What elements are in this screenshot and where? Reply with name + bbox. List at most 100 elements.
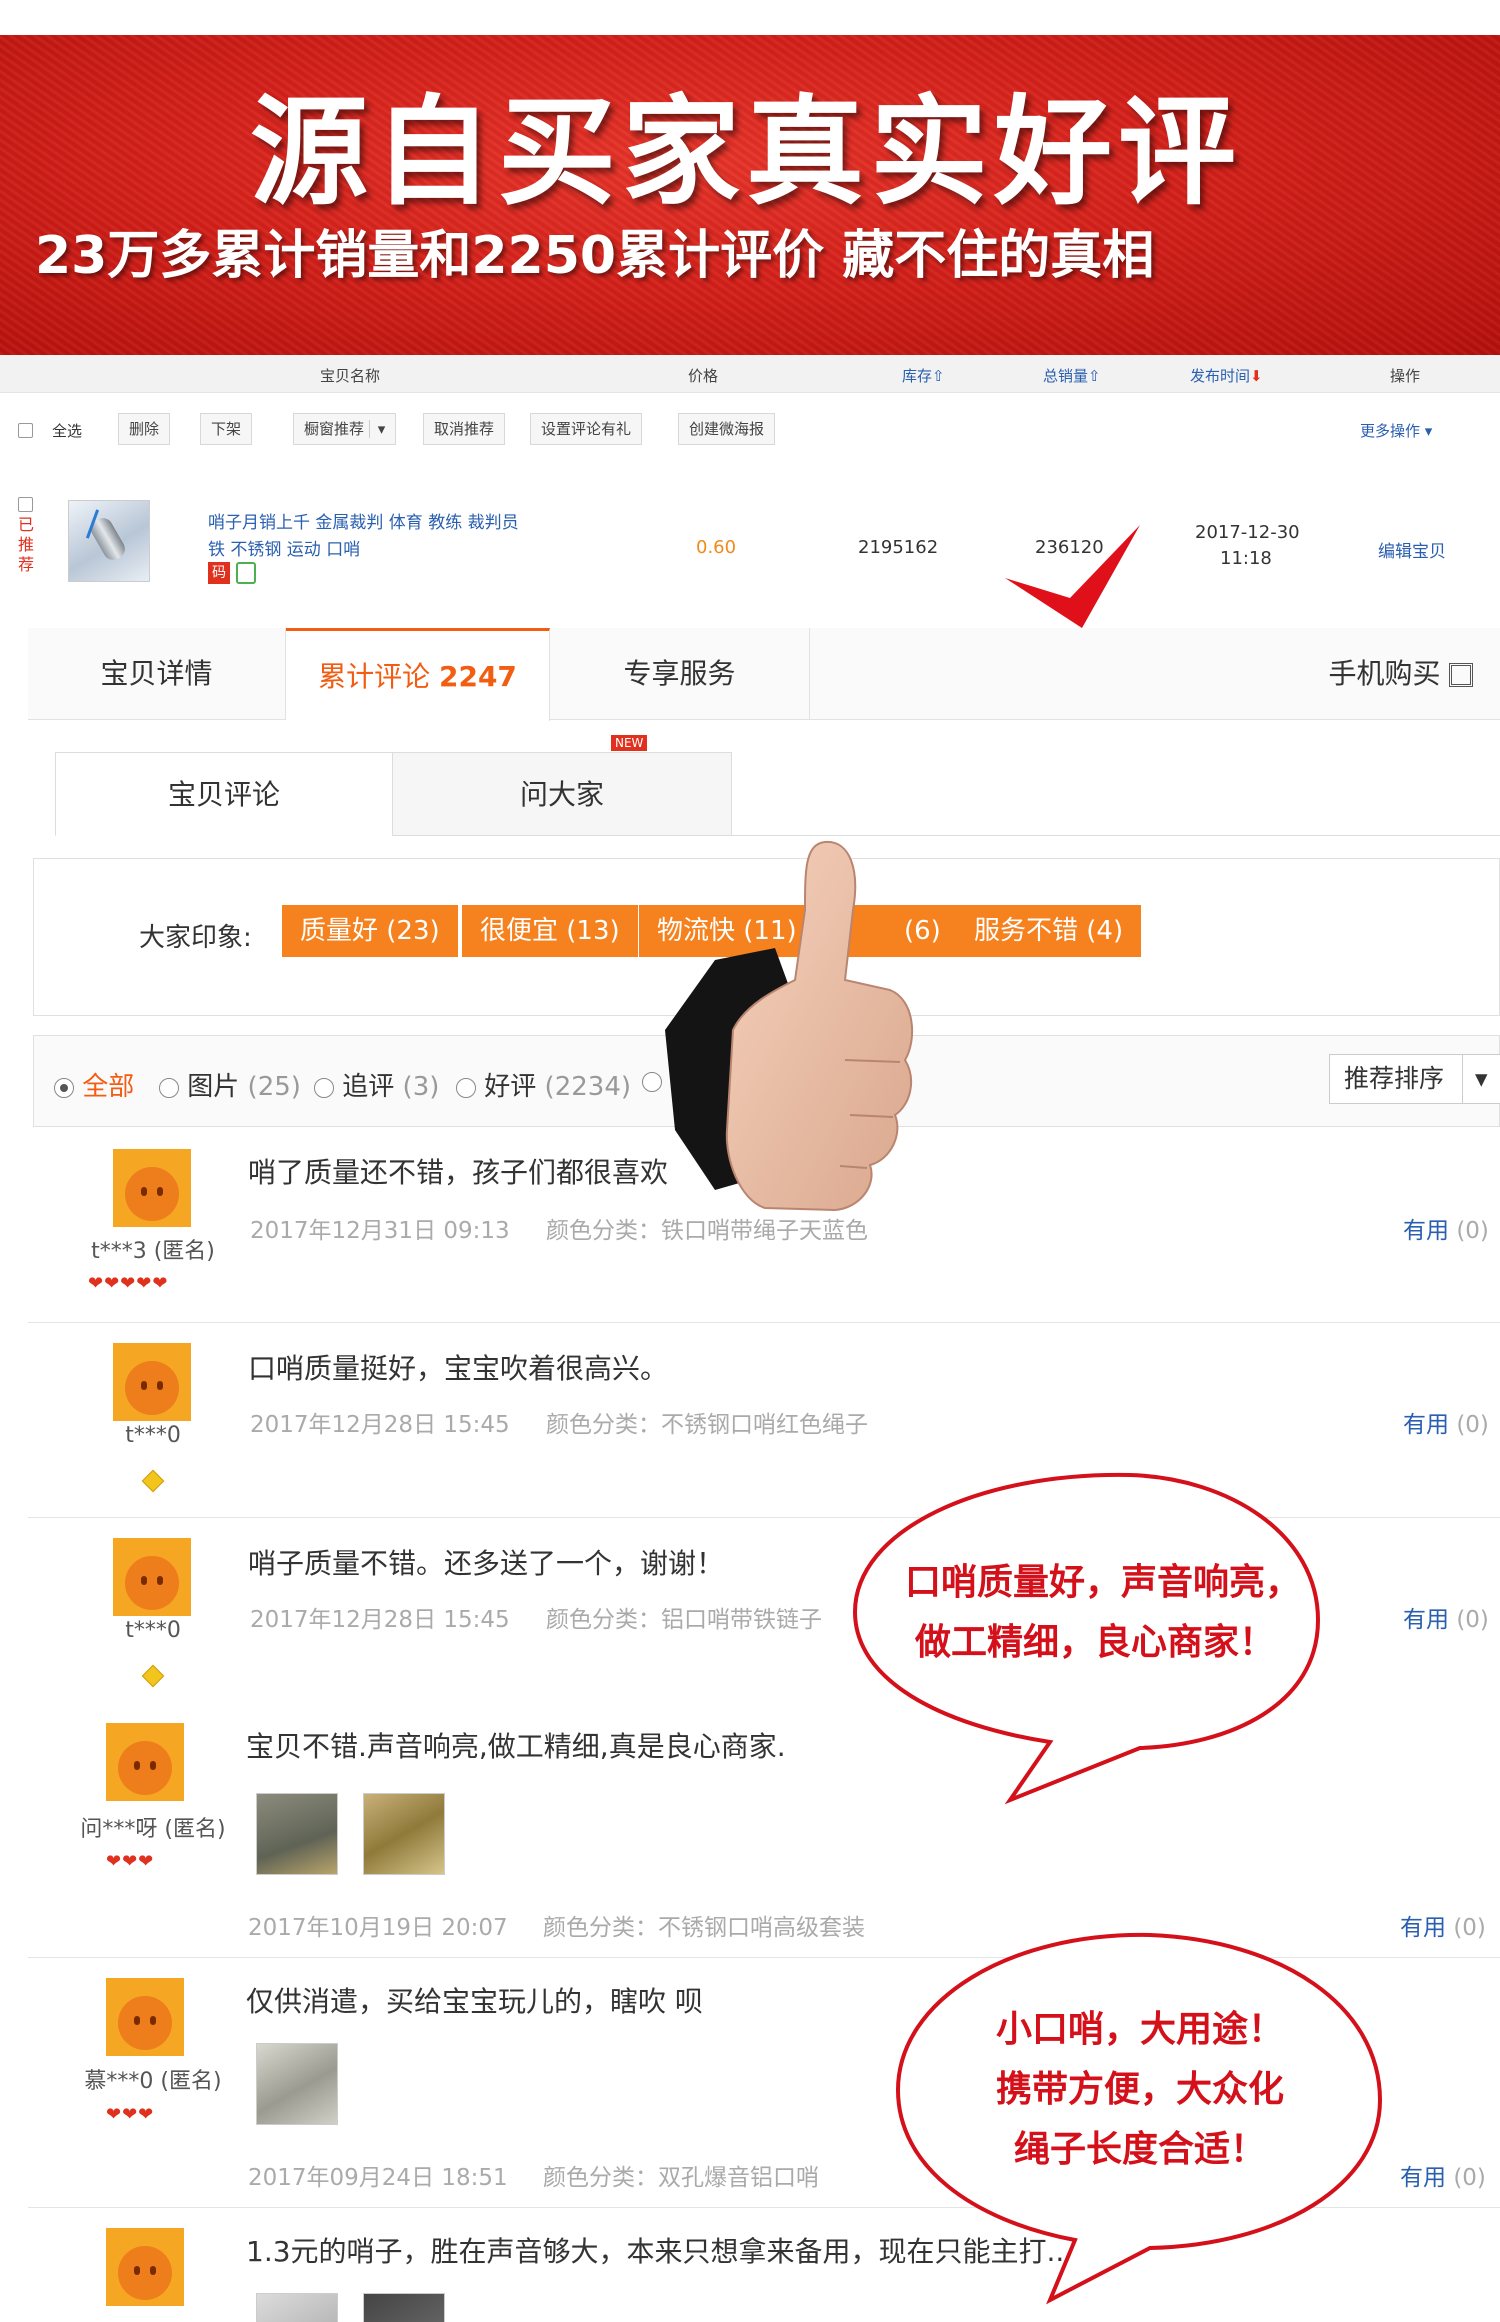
select-all-checkbox[interactable]: [18, 421, 33, 439]
product-row: 已推荐 哨子月销上千 金属裁判 体育 教练 裁判员 铁 不锈钢 运动 口哨 码 …: [0, 480, 1500, 600]
shop-recommend-button[interactable]: 橱窗推荐 ▾: [293, 413, 397, 445]
review-variant: 颜色分类：不锈钢口哨高级套装: [543, 1915, 865, 1941]
product-tabs: 宝贝详情 累计评论 2247 专享服务 手机购买: [28, 628, 1500, 721]
create-poster-button[interactable]: 创建微海报: [678, 413, 776, 445]
banner-subtitle: 23万多累计销量和2250累计评价 藏不住的真相: [35, 226, 1155, 286]
select-all-label: 全选: [52, 422, 83, 440]
review-date: 2017年10月19日 20:07: [248, 1915, 508, 1941]
tab-details[interactable]: 宝贝详情: [28, 628, 286, 720]
review-photo[interactable]: [256, 1793, 338, 1875]
col-name[interactable]: 宝贝名称: [320, 365, 380, 386]
impression-tag[interactable]: 服务不错 (4): [956, 905, 1142, 957]
review-tabs: 宝贝评论 问大家 NEW: [55, 735, 1500, 836]
diamond-icon: [141, 1469, 165, 1493]
review-text: 宝贝不错.声音响亮,做工精细,真是良心商家.: [246, 1730, 786, 1763]
product-price: 0.60: [696, 537, 737, 558]
publish-time: 11:18: [1220, 548, 1272, 569]
review-photo[interactable]: [363, 2293, 445, 2322]
code-badge: 码: [208, 562, 230, 584]
filter-followup[interactable]: 追评 (3): [314, 1066, 439, 1103]
useful-button[interactable]: 有用 (0): [1403, 1600, 1489, 1634]
product-stock: 2195162: [858, 537, 939, 558]
review-variant: 颜色分类：不锈钢口哨红色绳子: [546, 1412, 868, 1438]
tab-item-reviews[interactable]: 宝贝评论: [55, 752, 393, 836]
impression-tag[interactable]: 质量好 (23): [282, 905, 458, 957]
col-ops: 操作: [1390, 367, 1421, 385]
useful-button[interactable]: 有用 (0): [1403, 1211, 1489, 1245]
table-toolbar: 全选 删除 下架 橱窗推荐 ▾ 取消推荐 设置评论有礼 创建微海报 更多操作 ▾: [0, 405, 1500, 455]
filter-good[interactable]: 好评 (2234): [456, 1066, 631, 1103]
review-variant: 颜色分类：铝口哨带铁链子: [546, 1607, 822, 1633]
useful-button[interactable]: 有用 (0): [1400, 2158, 1486, 2192]
review-photo[interactable]: [256, 2043, 338, 2125]
review-variant: 颜色分类：双孔爆音铝口哨: [543, 2165, 819, 2191]
bubble-2-text: 小口哨，大用途！ 携带方便，大众化 绳子长度合适！: [995, 2009, 1284, 2170]
review-photo[interactable]: [256, 2293, 338, 2322]
publish-date: 2017-12-30: [1195, 522, 1300, 543]
sort-dropdown[interactable]: 推荐排序 ▾: [1329, 1054, 1500, 1104]
col-publish-time[interactable]: 发布时间⬇: [1190, 365, 1263, 386]
review-text: 哨子质量不错。还多送了一个，谢谢！: [248, 1547, 725, 1580]
thumbs-up-icon: [665, 840, 914, 1212]
edit-icon[interactable]: [236, 562, 256, 584]
row-checkbox[interactable]: [18, 494, 33, 513]
tab-ask-everyone[interactable]: 问大家 NEW: [392, 735, 732, 836]
col-sales[interactable]: 总销量⇧: [1043, 365, 1101, 386]
product-title-line2[interactable]: 铁 不锈钢 运动 口哨: [208, 535, 360, 560]
product-title-line1[interactable]: 哨子月销上千 金属裁判 体育 教练 裁判员: [208, 508, 519, 533]
review-text: 1.3元的哨子，胜在声音够大，本来只想拿来备用，现在只能主打...: [246, 2235, 1074, 2268]
delete-button[interactable]: 删除: [118, 413, 171, 445]
reviewer-name: 问***呀 (匿名): [80, 1817, 226, 1842]
reputation-hearts-icon: ❤❤❤: [106, 1851, 155, 1872]
table-header: 宝贝名称 价格 库存⇧ 总销量⇧ 发布时间⬇ 操作: [0, 355, 1500, 393]
review-text: 仅供消遣，买给宝宝玩儿的，瞎吹 呗: [246, 1985, 703, 2018]
avatar[interactable]: [113, 1149, 191, 1227]
avatar[interactable]: [106, 1723, 184, 1801]
check-mark-icon: [1005, 525, 1140, 628]
product-thumbnail[interactable]: [68, 500, 150, 582]
tab-mobile-buy[interactable]: 手机购买: [1296, 628, 1500, 720]
filter-all[interactable]: 全部: [54, 1066, 134, 1103]
filter-pics[interactable]: 图片 (25): [159, 1066, 301, 1103]
review-date: 2017年12月31日 09:13: [250, 1218, 510, 1244]
promo-banner: 源自买家真实好评 23万多累计销量和2250累计评价 藏不住的真相: [0, 35, 1500, 355]
diamond-icon: [141, 1664, 165, 1688]
review-gift-button[interactable]: 设置评论有礼: [530, 413, 643, 445]
avatar[interactable]: [106, 1978, 184, 2056]
reputation-hearts-icon: ❤❤❤: [106, 2104, 155, 2125]
useful-button[interactable]: 有用 (0): [1400, 1908, 1486, 1942]
new-badge: NEW: [611, 735, 648, 751]
avatar[interactable]: [113, 1538, 191, 1616]
col-price[interactable]: 价格: [688, 365, 718, 386]
reviewer-name: t***0: [125, 1618, 181, 1643]
avatar[interactable]: [106, 2228, 184, 2306]
col-stock[interactable]: 库存⇧: [902, 365, 945, 386]
cancel-recommend-button[interactable]: 取消推荐: [423, 413, 506, 445]
reviewer-name: 慕***0 (匿名): [84, 2069, 222, 2094]
impression-label: 大家印象:: [139, 923, 252, 953]
useful-button[interactable]: 有用 (0): [1403, 1405, 1489, 1439]
bubble-1-text: 口哨质量好，声音响亮， 做工精细，良心商家！: [905, 1562, 1302, 1663]
review-date: 2017年12月28日 15:45: [250, 1607, 510, 1633]
reviewer-name: t***0: [125, 1423, 181, 1448]
chevron-down-icon[interactable]: ▾: [368, 420, 386, 438]
review-item: 1.3元的哨子，胜在声音够大，本来只想拿来备用，现在只能主打...: [28, 2208, 1500, 2322]
review-text: 哨了质量还不错，孩子们都很喜欢: [248, 1156, 669, 1189]
reputation-hearts-icon: ❤❤❤❤❤: [88, 1273, 169, 1294]
unlist-button[interactable]: 下架: [200, 413, 253, 445]
review-text: 口哨质量挺好，宝宝吹着很高兴。: [248, 1352, 669, 1385]
chevron-down-icon[interactable]: ▾: [1462, 1055, 1488, 1103]
tab-reviews[interactable]: 累计评论 2247: [286, 628, 550, 721]
review-item: 问***呀 (匿名) ❤❤❤ 宝贝不错.声音响亮,做工精细,真是良心商家. 20…: [28, 1703, 1500, 1958]
reviewer-name: t***3 (匿名): [91, 1239, 215, 1264]
impression-tag[interactable]: 很便宜 (13): [462, 905, 638, 957]
recommended-label: 已推荐: [18, 515, 35, 574]
review-item: t***0 口哨质量挺好，宝宝吹着很高兴。 2017年12月28日 15:45 …: [28, 1323, 1500, 1518]
banner-title: 源自买家真实好评: [250, 83, 1243, 221]
edit-product-link[interactable]: 编辑宝贝: [1378, 537, 1446, 562]
tab-services[interactable]: 专享服务: [550, 628, 810, 720]
more-ops-dropdown[interactable]: 更多操作 ▾: [1360, 420, 1432, 441]
review-date: 2017年12月28日 15:45: [250, 1412, 510, 1438]
avatar[interactable]: [113, 1343, 191, 1421]
review-photo[interactable]: [363, 1793, 445, 1875]
